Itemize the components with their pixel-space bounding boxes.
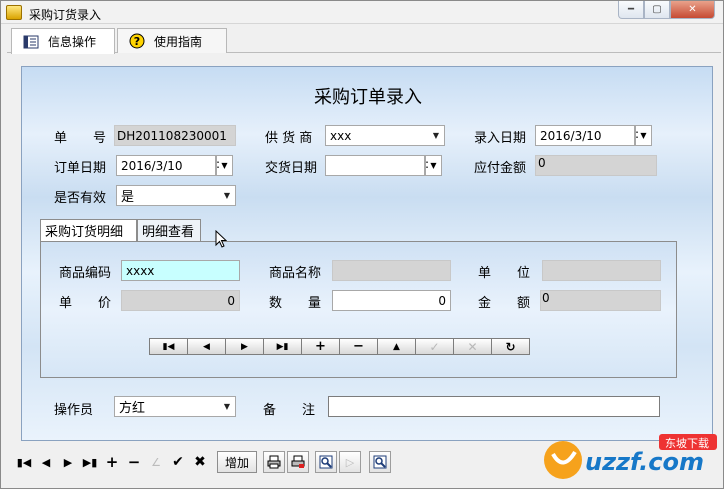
detail-panel: 商品编码 xxxx 商品名称 单 位 单 价 0 数 量 0 金 额 0 ▮◀ … [40, 241, 677, 378]
delivery-date-field[interactable] [325, 155, 425, 176]
price-label: 单 价 [59, 296, 112, 311]
print-icon[interactable] [263, 451, 285, 473]
remark-field[interactable] [328, 396, 660, 417]
add-button[interactable]: 增加 [217, 451, 257, 473]
tab-label: 使用指南 [154, 34, 203, 49]
minimize-button[interactable]: ━ [618, 1, 644, 19]
chevron-down-icon[interactable]: ▼ [219, 397, 235, 416]
operator-dropdown[interactable]: 方红 ▼ [114, 396, 236, 417]
refresh-button[interactable]: ↻ [491, 338, 530, 355]
unit-field[interactable] [542, 260, 661, 281]
find-icon[interactable] [369, 451, 391, 473]
product-name-label: 商品名称 [269, 266, 322, 281]
next-record-button[interactable]: ▶ [225, 338, 264, 355]
price-field[interactable]: 0 [121, 290, 240, 311]
window-controls: ━ ▢ ✕ [618, 1, 715, 20]
mouse-cursor-icon [215, 230, 227, 248]
minus-icon[interactable]: − [123, 451, 145, 473]
app-icon [6, 5, 22, 20]
unit-label: 单 位 [478, 266, 531, 281]
delivery-date-label: 交货日期 [265, 161, 318, 176]
next-record-icon[interactable]: ▶ [57, 451, 79, 473]
operator-value: 方红 [119, 401, 146, 416]
order-date-dropdown[interactable]: : ▼ [216, 155, 233, 176]
product-code-field[interactable]: xxxx [121, 260, 240, 281]
print-preview-icon[interactable] [287, 451, 309, 473]
detail-nav-buttons: ▮◀ ◀ ▶ ▶▮ + − ▲ ✓ ✕ ↻ [149, 338, 530, 355]
supplier-value: xxx [330, 128, 352, 143]
operator-label: 操作员 [54, 403, 94, 418]
payable-field[interactable]: 0 [535, 155, 657, 176]
window-title: 采购订货录入 [29, 8, 102, 22]
last-record-icon[interactable]: ▶▮ [79, 451, 101, 473]
product-name-field[interactable] [332, 260, 451, 281]
payable-label: 应付金额 [474, 161, 527, 176]
amount-field[interactable]: 0 [540, 290, 661, 311]
form-panel: 采购订单录入 单 号 DH201108230001 供 货 商 xxx ▼ 录入… [21, 66, 713, 441]
form-title: 采购订单录入 [314, 87, 422, 108]
delete-row-button[interactable]: − [339, 338, 378, 355]
edit-icon[interactable]: ∠ [145, 451, 167, 473]
amount-label: 金 额 [478, 296, 531, 311]
entry-date-field[interactable]: 2016/3/10 [535, 125, 635, 146]
order-date-label: 订单日期 [54, 161, 107, 176]
search-icon[interactable] [315, 451, 337, 473]
qty-field[interactable]: 0 [332, 290, 451, 311]
delivery-date-dropdown[interactable]: : ▼ [425, 155, 442, 176]
remark-label: 备 注 [263, 403, 316, 418]
confirm-row-button[interactable]: ✓ [415, 338, 454, 355]
first-record-icon[interactable]: ▮◀ [13, 451, 35, 473]
tab-label: 信息操作 [48, 35, 97, 49]
chevron-down-icon[interactable]: ▼ [428, 126, 444, 145]
svg-text:?: ? [134, 35, 140, 48]
watermark-text: uzzf.com [585, 448, 704, 476]
plus-icon[interactable]: + [101, 451, 123, 473]
order-no-field[interactable]: DH201108230001 [114, 125, 236, 146]
first-record-button[interactable]: ▮◀ [149, 338, 188, 355]
prev-record-button[interactable]: ◀ [187, 338, 226, 355]
check-icon[interactable]: ✔ [167, 451, 189, 473]
valid-dropdown[interactable]: 是 ▼ [116, 185, 236, 206]
top-tabstrip: 信息操作 ? 使用指南 [7, 26, 721, 54]
cancel-row-button[interactable]: ✕ [453, 338, 492, 355]
app-window: 采购订货录入 ━ ▢ ✕ 信息操作 ? 使用指南 采购订单录入 单 号 DH20… [0, 0, 724, 489]
help-icon: ? [128, 33, 146, 49]
last-record-button[interactable]: ▶▮ [263, 338, 302, 355]
add-row-button[interactable]: + [301, 338, 340, 355]
order-no-label: 单 号 [54, 131, 107, 146]
prev-record-icon[interactable]: ◀ [35, 451, 57, 473]
supplier-dropdown[interactable]: xxx ▼ [325, 125, 445, 146]
maximize-button[interactable]: ▢ [644, 1, 670, 19]
tab-info-operation[interactable]: 信息操作 [11, 28, 115, 54]
tab-purchase-detail[interactable]: 采购订货明细 [40, 219, 137, 241]
qty-label: 数 量 [269, 296, 322, 311]
supplier-label: 供 货 商 [265, 131, 313, 146]
edit-row-button[interactable]: ▲ [377, 338, 416, 355]
list-icon [22, 34, 40, 50]
entry-date-label: 录入日期 [474, 131, 527, 146]
close-button[interactable]: ✕ [670, 1, 715, 19]
close-icon[interactable]: ✖ [189, 451, 211, 473]
play-icon[interactable]: ▷ [339, 451, 361, 473]
tab-user-guide[interactable]: ? 使用指南 [117, 28, 227, 53]
entry-date-dropdown[interactable]: : ▼ [635, 125, 652, 146]
order-date-field[interactable]: 2016/3/10 [116, 155, 216, 176]
product-code-label: 商品编码 [59, 266, 112, 281]
chevron-down-icon[interactable]: ▼ [219, 186, 235, 205]
valid-value: 是 [121, 190, 135, 205]
valid-label: 是否有效 [54, 191, 107, 206]
tab-detail-view[interactable]: 明细查看 [137, 219, 201, 241]
title-bar: 采购订货录入 ━ ▢ ✕ [1, 1, 723, 24]
watermark-logo: 东坡下载 uzzf.com [541, 426, 721, 486]
